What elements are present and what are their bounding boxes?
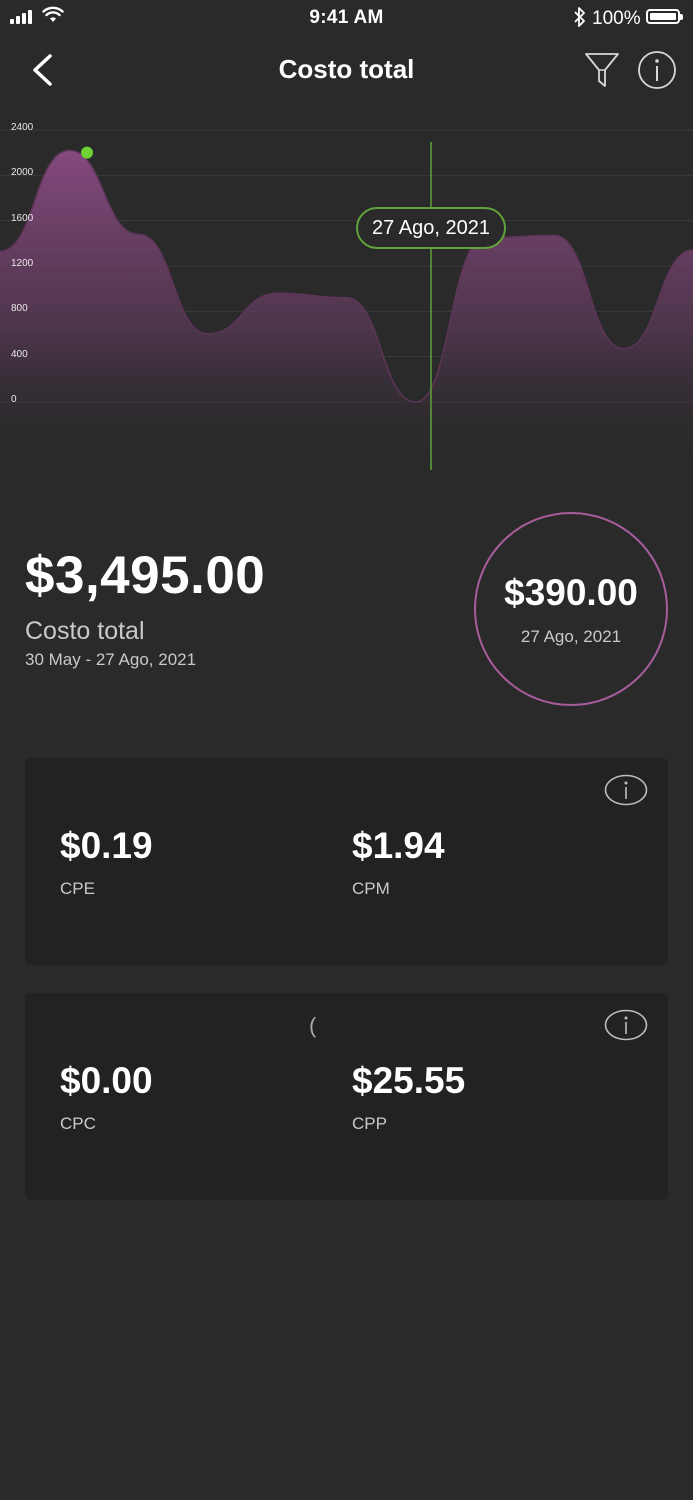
y-tick-label: 2000 [11, 167, 34, 179]
metric-label-cpe: CPE [60, 879, 95, 898]
metric-value-cpm: $1.94 [352, 825, 445, 866]
cost-chart[interactable]: 2400 2000 1600 1200 800 400 0 [0, 112, 693, 472]
total-label: Costo total [25, 617, 145, 645]
metric-value-cpp: $25.55 [352, 1060, 466, 1101]
selected-date: 27 Ago, 2021 [520, 627, 622, 646]
filter-button[interactable] [583, 50, 621, 90]
battery-percentage: 100% [592, 8, 641, 29]
info-button[interactable] [637, 50, 677, 90]
card-info-button[interactable] [604, 774, 648, 806]
area-chart[interactable] [0, 112, 693, 472]
metric-label-cpm: CPM [352, 879, 390, 898]
metrics-card: ( $0.00 CPC $25.55 CPP [25, 993, 668, 1200]
y-tick-label: 1200 [11, 258, 34, 269]
y-tick-label: 2400 [11, 122, 34, 133]
peak-point [81, 146, 93, 159]
date-range: 30 May - 27 Ago, 2021 [25, 650, 197, 669]
y-tick-label: 1600 [11, 212, 34, 224]
info-icon [638, 51, 676, 89]
metric-label-cpp: CPP [352, 1114, 387, 1133]
selected-amount: $390.00 [504, 572, 638, 613]
loading-indicator: ( [309, 1013, 317, 1038]
status-bar: 9:41 AM 100% [0, 0, 693, 36]
metric-value-cpe: $0.19 [60, 825, 153, 866]
y-tick-label: 400 [11, 348, 28, 360]
total-amount: $3,495.00 [25, 546, 266, 605]
date-tooltip: 27 Ago, 2021 [356, 207, 506, 249]
selected-value-circle: $390.00 27 Ago, 2021 [474, 512, 668, 706]
filter-icon [585, 53, 619, 87]
metric-label-cpc: CPC [60, 1114, 96, 1133]
y-tick-label: 800 [11, 303, 28, 315]
metrics-card: $0.19 CPE $1.94 CPM [25, 758, 668, 965]
battery-icon [646, 9, 683, 24]
metric-value-cpc: $0.00 [60, 1060, 153, 1101]
card-info-button[interactable] [604, 1009, 648, 1041]
info-icon [604, 774, 648, 806]
info-icon [604, 1009, 648, 1041]
area-fill [0, 150, 693, 472]
y-tick-label: 0 [11, 394, 17, 405]
bluetooth-icon [574, 7, 585, 27]
status-time: 9:41 AM [309, 7, 384, 28]
